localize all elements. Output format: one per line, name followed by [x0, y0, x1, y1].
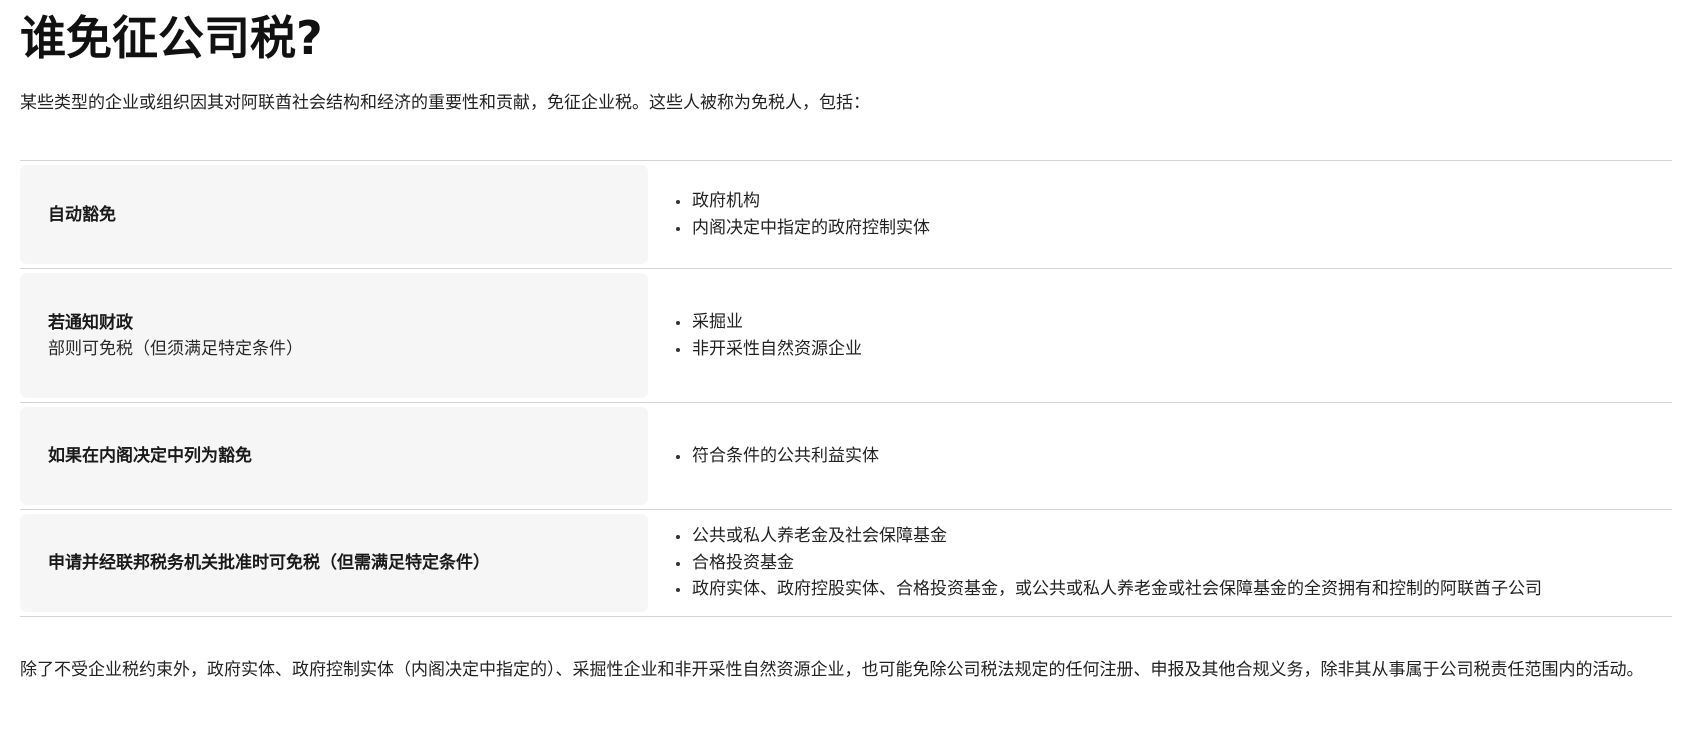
bullet-icon: [676, 535, 680, 540]
exemption-table: 自动豁免 政府机构 内阁决定中指定的政府控制实体 若通知财政 部则可免税（但须满…: [20, 160, 1672, 617]
bullet-list: 采掘业 非开采性自然资源企业: [674, 309, 1672, 362]
row-category-title: 自动豁免: [48, 204, 116, 225]
row-category-cell: 自动豁免: [20, 165, 648, 264]
bullet-list: 公共或私人养老金及社会保障基金 合格投资基金 政府实体、政府控股实体、合格投资基…: [674, 523, 1672, 603]
row-items-cell: 政府机构 内阁决定中指定的政府控制实体: [674, 161, 1672, 268]
row-category-cell: 申请并经联邦税务机关批准时可免税（但需满足特定条件）: [20, 514, 648, 612]
bullet-icon: [676, 561, 680, 566]
bullet-icon: [676, 588, 680, 593]
list-item: 政府实体、政府控股实体、合格投资基金，或公共或私人养老金或社会保障基金的全资拥有…: [674, 576, 1672, 603]
bullet-icon: [676, 226, 680, 231]
row-items-cell: 采掘业 非开采性自然资源企业: [674, 269, 1672, 402]
list-item-text: 符合条件的公共利益实体: [692, 445, 879, 466]
list-item: 合格投资基金: [674, 550, 1672, 577]
table-row: 如果在内阁决定中列为豁免 符合条件的公共利益实体: [20, 403, 1672, 510]
table-row: 自动豁免 政府机构 内阁决定中指定的政府控制实体: [20, 161, 1672, 269]
list-item: 采掘业: [674, 309, 1672, 336]
bullet-list: 符合条件的公共利益实体: [674, 443, 1672, 470]
intro-paragraph: 某些类型的企业或组织因其对阿联酋社会结构和经济的重要性和贡献，免征企业税。这些人…: [20, 93, 870, 113]
bullet-list: 政府机构 内阁决定中指定的政府控制实体: [674, 188, 1672, 241]
list-item: 符合条件的公共利益实体: [674, 443, 1672, 470]
bullet-icon: [676, 347, 680, 352]
list-item: 政府机构: [674, 188, 1672, 215]
list-item-text: 政府机构: [692, 191, 760, 211]
page-title: 谁免征公司税?: [20, 11, 323, 65]
row-category-title: 如果在内阁决定中列为豁免: [48, 446, 252, 466]
footnote-paragraph: 除了不受企业税约束外，政府实体、政府控制实体（内阁决定中指定的）、采掘性企业和非…: [20, 660, 1644, 680]
list-item-text: 内阁决定中指定的政府控制实体: [692, 217, 930, 238]
list-item: 非开采性自然资源企业: [674, 336, 1672, 363]
row-items-cell: 公共或私人养老金及社会保障基金 合格投资基金 政府实体、政府控股实体、合格投资基…: [674, 510, 1672, 616]
bullet-icon: [676, 321, 680, 325]
page: 谁免征公司税? 某些类型的企业或组织因其对阿联酋社会结构和经济的重要性和贡献，免…: [0, 0, 1691, 729]
list-item: 公共或私人养老金及社会保障基金: [674, 523, 1672, 550]
row-category-title: 申请并经联邦税务机关批准时可免税（但需满足特定条件）: [48, 553, 490, 573]
list-item-text: 公共或私人养老金及社会保障基金: [692, 526, 947, 547]
row-category-title: 若通知财政: [48, 312, 133, 333]
row-category-cell: 若通知财政 部则可免税（但须满足特定条件）: [20, 273, 648, 398]
table-row: 若通知财政 部则可免税（但须满足特定条件） 采掘业 非开采性自然资源企业: [20, 269, 1672, 403]
bullet-icon: [676, 200, 680, 204]
list-item-text: 采掘业: [692, 312, 743, 332]
row-category-cell: 如果在内阁决定中列为豁免: [20, 407, 648, 505]
list-item-text: 合格投资基金: [692, 552, 794, 573]
bullet-icon: [676, 454, 680, 459]
row-category-subtitle: 部则可免税（但须满足特定条件）: [48, 338, 303, 359]
row-items-cell: 符合条件的公共利益实体: [674, 403, 1672, 509]
table-row: 申请并经联邦税务机关批准时可免税（但需满足特定条件） 公共或私人养老金及社会保障…: [20, 510, 1672, 617]
list-item-text: 政府实体、政府控股实体、合格投资基金，或公共或私人养老金或社会保障基金的全资拥有…: [692, 579, 1542, 600]
list-item: 内阁决定中指定的政府控制实体: [674, 215, 1672, 242]
list-item-text: 非开采性自然资源企业: [692, 338, 862, 359]
